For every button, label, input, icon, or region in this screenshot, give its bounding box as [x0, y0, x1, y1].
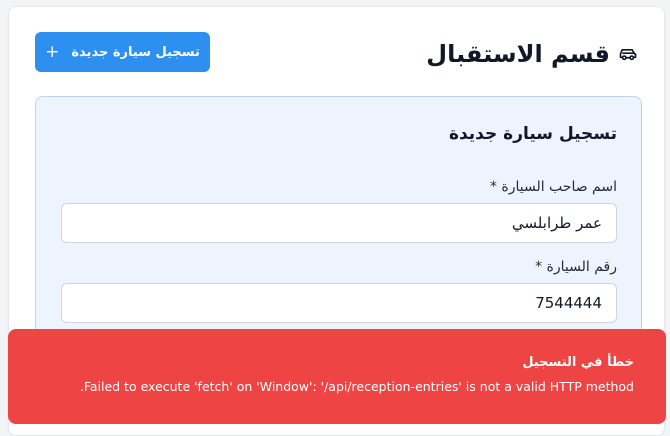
plus-icon: +: [45, 41, 60, 62]
plate-number-input[interactable]: [61, 283, 617, 323]
form-title: تسجيل سيارة جديدة: [448, 124, 617, 144]
register-new-car-label: تسجيل سيارة جديدة: [71, 44, 200, 60]
plate-number-label: رقم السيارة *: [535, 259, 617, 275]
page-header: قسم الاستقبال: [426, 40, 638, 68]
error-toast-title: خطأ في التسجيل: [522, 355, 634, 370]
error-toast-message: Failed to execute 'fetch' on 'Window': '…: [79, 379, 634, 394]
page-title: قسم الاستقبال: [426, 40, 610, 68]
owner-name-label: اسم صاحب السيارة *: [489, 179, 617, 195]
car-icon: [618, 44, 638, 64]
register-new-car-button[interactable]: تسجيل سيارة جديدة +: [35, 32, 210, 72]
owner-name-input[interactable]: [61, 203, 617, 243]
register-car-form: تسجيل سيارة جديدة اسم صاحب السيارة * رقم…: [35, 96, 642, 356]
error-toast[interactable]: خطأ في التسجيل Failed to execute 'fetch'…: [8, 329, 666, 424]
